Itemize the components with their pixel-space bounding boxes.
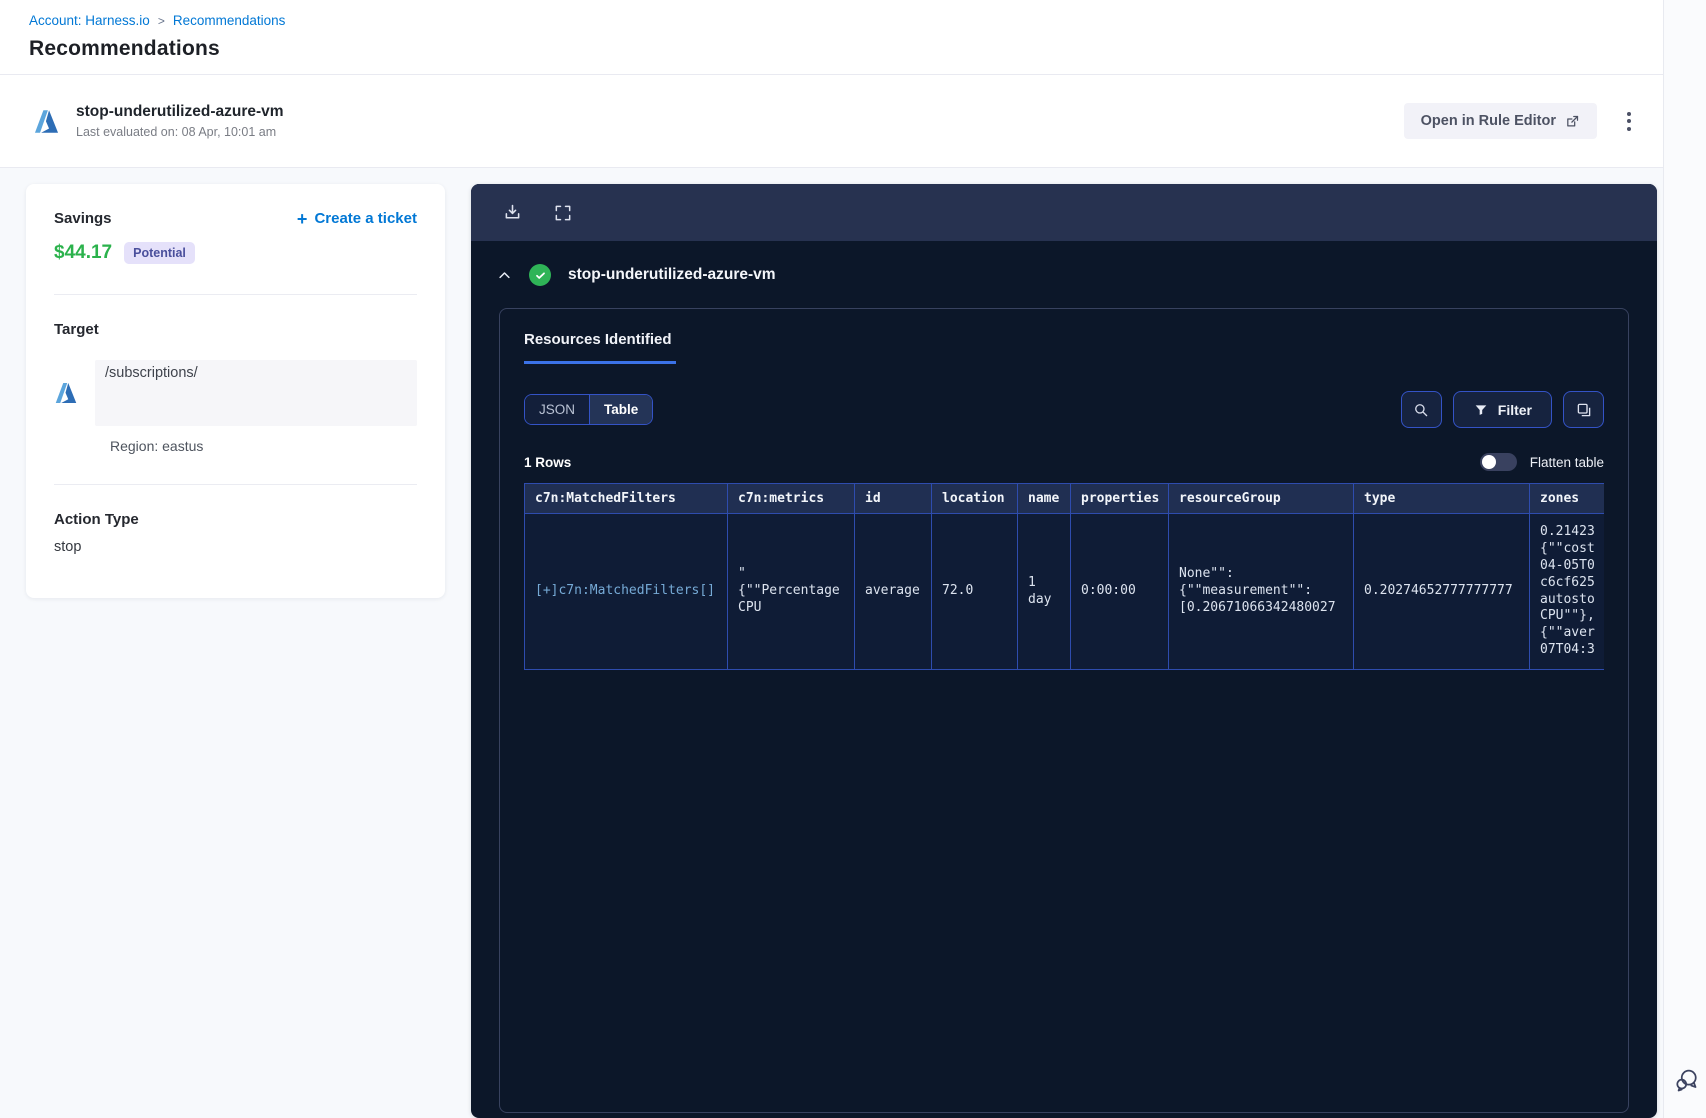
flatten-table-label: Flatten table	[1529, 454, 1604, 470]
savings-label: Savings	[54, 210, 112, 227]
viewer-resource-title: stop-underutilized-azure-vm	[568, 266, 776, 283]
rows-count: 1 Rows	[524, 454, 572, 470]
table-cell: 0.20274652777777777	[1353, 512, 1530, 671]
top-bar: Account: Harness.io > Recommendations Re…	[0, 0, 1663, 75]
recommendation-header: stop-underutilized-azure-vm Last evaluat…	[0, 75, 1663, 168]
potential-badge: Potential	[124, 242, 195, 264]
column-header: type	[1353, 483, 1530, 514]
external-link-icon	[1565, 114, 1580, 129]
divider	[54, 294, 417, 295]
more-options-button[interactable]	[1621, 106, 1637, 137]
success-check-icon	[529, 264, 551, 286]
breadcrumb-separator-icon: >	[157, 13, 165, 28]
filter-button[interactable]: Filter	[1452, 391, 1552, 428]
table-cell: 72.0	[931, 512, 1018, 671]
breadcrumb-recommendations-link[interactable]: Recommendations	[173, 13, 286, 28]
column-header: zones	[1529, 483, 1604, 514]
resource-viewer-panel: stop-underutilized-azure-vm Resources Id…	[471, 184, 1657, 1118]
table-cell: 1 day	[1017, 512, 1071, 671]
action-type-value: stop	[54, 539, 82, 555]
table-cell: 0:00:00	[1070, 512, 1169, 671]
content-area: Savings + Create a ticket $44.17 Potenti…	[0, 168, 1663, 1118]
azure-logo-icon	[33, 108, 60, 135]
column-header: resourceGroup	[1168, 483, 1354, 514]
table-cell: 0.21423 {""cost 04-05T0 c6cf625 autosto …	[1529, 512, 1604, 671]
azure-target-icon	[54, 381, 78, 405]
results-table-container: c7n:MatchedFilters c7n:metrics id locati…	[524, 483, 1604, 671]
table-cell: None"": {""measurement"": [0.20671066342…	[1168, 512, 1354, 671]
column-header: c7n:MatchedFilters	[524, 483, 728, 514]
summary-card: Savings + Create a ticket $44.17 Potenti…	[26, 184, 445, 598]
copy-icon	[1575, 401, 1593, 419]
create-ticket-button[interactable]: + Create a ticket	[296, 208, 417, 229]
action-type-label: Action Type	[54, 511, 139, 528]
fullscreen-icon[interactable]	[553, 203, 573, 223]
target-label: Target	[54, 321, 99, 338]
recommendation-title: stop-underutilized-azure-vm	[76, 103, 284, 120]
create-ticket-label: Create a ticket	[314, 210, 417, 227]
table-cell: " {""Percentage CPU	[727, 512, 855, 671]
table-header-row: c7n:MatchedFilters c7n:metrics id locati…	[524, 483, 1604, 514]
recommendation-header-text: stop-underutilized-azure-vm Last evaluat…	[76, 103, 284, 139]
column-header: c7n:metrics	[727, 483, 855, 514]
resources-identified-section: Resources Identified JSON Table Filter 1…	[499, 308, 1629, 1113]
page-right-strip	[1663, 0, 1706, 1118]
open-rule-editor-label: Open in Rule Editor	[1420, 113, 1556, 129]
results-table: c7n:MatchedFilters c7n:metrics id locati…	[524, 483, 1604, 671]
support-chat-icon[interactable]	[1673, 1066, 1701, 1094]
search-button[interactable]	[1400, 391, 1442, 428]
viewer-body: stop-underutilized-azure-vm Resources Id…	[471, 241, 1657, 1118]
divider	[54, 484, 417, 485]
chevron-up-icon[interactable]	[497, 268, 512, 283]
table-row: [+]c7n:MatchedFilters[] " {""Percentage …	[524, 512, 1604, 671]
column-header: name	[1017, 483, 1071, 514]
view-mode-toggle: JSON Table	[524, 394, 654, 425]
column-header: id	[854, 483, 932, 514]
copy-button[interactable]	[1563, 391, 1604, 428]
download-icon[interactable]	[502, 202, 523, 223]
plus-icon: +	[296, 208, 308, 229]
viewer-toolbar	[471, 184, 1657, 241]
target-path: /subscriptions/	[95, 360, 417, 426]
breadcrumb-account-link[interactable]: Account: Harness.io	[29, 13, 150, 28]
matched-filters-expand-link[interactable]: [+]c7n:MatchedFilters[]	[524, 512, 728, 671]
main-column: Account: Harness.io > Recommendations Re…	[0, 0, 1663, 1118]
column-header: location	[931, 483, 1018, 514]
filter-label: Filter	[1497, 401, 1532, 418]
savings-amount: $44.17	[54, 242, 113, 263]
flatten-table-toggle[interactable]	[1479, 453, 1517, 471]
breadcrumb: Account: Harness.io > Recommendations	[29, 13, 1663, 28]
open-rule-editor-button[interactable]: Open in Rule Editor	[1403, 103, 1597, 139]
page-title: Recommendations	[29, 37, 220, 60]
tab-resources-identified[interactable]: Resources Identified	[524, 331, 676, 364]
view-mode-json[interactable]: JSON	[525, 395, 591, 424]
table-cell: average	[854, 512, 932, 671]
funnel-icon	[1473, 402, 1489, 418]
view-mode-table[interactable]: Table	[590, 395, 653, 424]
last-evaluated-text: Last evaluated on: 08 Apr, 10:01 am	[76, 125, 277, 139]
column-header: properties	[1070, 483, 1169, 514]
search-icon	[1412, 401, 1430, 419]
target-region: Region: eastus	[110, 438, 204, 454]
